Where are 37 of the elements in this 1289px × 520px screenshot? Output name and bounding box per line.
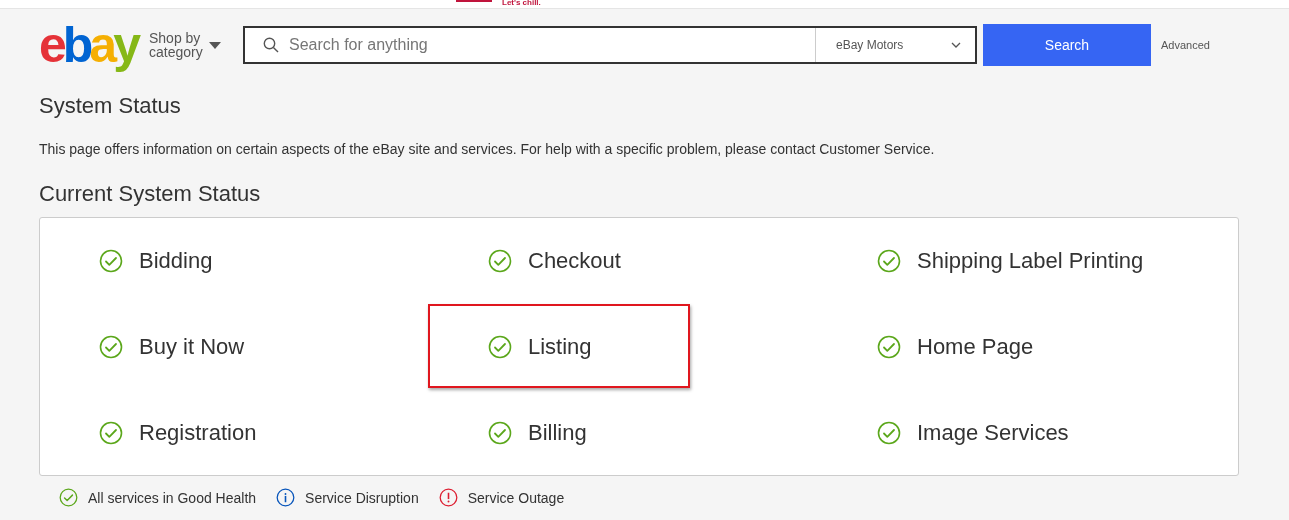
alert-icon bbox=[438, 488, 458, 507]
service-name: Registration bbox=[139, 419, 257, 446]
service-name: Home Page bbox=[917, 333, 1034, 360]
category-dropdown[interactable]: eBay Motors bbox=[815, 28, 975, 62]
intro-text: This page offers information on certain aspects of the eBay site and services. For help with a specific problem, please contact Customer Service. bbox=[39, 141, 936, 157]
check-circle-icon bbox=[877, 420, 901, 445]
check-circle-icon bbox=[59, 488, 78, 507]
service-name: Listing bbox=[528, 333, 592, 360]
page-title: System Status bbox=[39, 93, 182, 119]
legend-label: Service Disruption bbox=[305, 489, 419, 506]
check-circle-icon bbox=[488, 248, 512, 273]
service-name: Billing bbox=[528, 419, 587, 446]
ad-text: Let's chill. bbox=[502, 0, 541, 7]
check-circle-icon bbox=[99, 420, 123, 445]
service-name: Checkout bbox=[528, 247, 621, 274]
section-title: Current System Status bbox=[39, 181, 262, 207]
chevron-down-icon bbox=[951, 42, 961, 48]
caret-icon bbox=[209, 41, 221, 49]
search-icon bbox=[263, 37, 279, 53]
service-name: Bidding bbox=[139, 247, 213, 274]
legend-label: Service Outage bbox=[467, 489, 565, 506]
search-field[interactable]: Search for anything bbox=[287, 35, 815, 55]
service-name: Buy it Now bbox=[139, 333, 245, 360]
check-circle-icon bbox=[488, 420, 512, 445]
ebay-logo[interactable]: ebay bbox=[39, 20, 137, 70]
service-name: Image Services bbox=[917, 419, 1069, 446]
service-name: Shipping Label Printing bbox=[917, 247, 1144, 274]
check-circle-icon bbox=[99, 334, 123, 359]
check-circle-icon bbox=[99, 248, 123, 273]
info-icon bbox=[276, 488, 296, 507]
check-circle-icon bbox=[877, 334, 901, 359]
shop-by-category-button[interactable]: Shop by category bbox=[149, 31, 221, 59]
check-circle-icon bbox=[877, 248, 901, 273]
check-circle-icon bbox=[488, 334, 512, 359]
advanced-link[interactable]: Advanced bbox=[1161, 39, 1210, 51]
legend-label: All services in Good Health bbox=[88, 489, 257, 506]
search-button[interactable]: Search bbox=[983, 24, 1151, 66]
